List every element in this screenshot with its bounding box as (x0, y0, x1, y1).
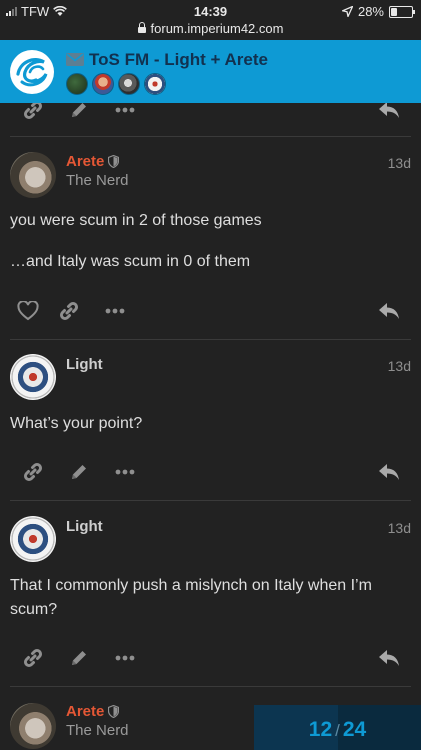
edit-button[interactable] (64, 457, 94, 487)
shield-icon (108, 155, 120, 168)
more-button[interactable] (110, 643, 140, 673)
pencil-icon (72, 651, 86, 665)
ellipsis-icon (115, 107, 135, 113)
username[interactable]: Light (66, 356, 103, 373)
edit-button[interactable] (64, 643, 94, 673)
post-divider (10, 500, 411, 501)
avatar[interactable] (10, 703, 56, 749)
reply-button[interactable] (374, 643, 404, 673)
post-body: you were scum in 2 of those games …and I… (10, 209, 409, 274)
post-divider (10, 136, 411, 137)
reply-icon (379, 650, 399, 666)
post-paragraph: What’s your point? (10, 415, 143, 432)
user-title: The Nerd (66, 172, 129, 189)
participant-avatar[interactable] (66, 73, 88, 95)
post-actions (0, 643, 421, 673)
topic-progress[interactable]: 12/24 (254, 705, 421, 750)
avatar[interactable] (10, 516, 56, 562)
post-body: That I commonly push a mislynch on Italy… (10, 574, 409, 622)
link-icon (23, 648, 43, 668)
link-button[interactable] (18, 457, 48, 487)
participant-avatar[interactable] (118, 73, 140, 95)
reply-icon (379, 464, 399, 480)
post-divider (10, 686, 411, 687)
ellipsis-icon (115, 469, 135, 475)
username-text: Arete (66, 703, 105, 720)
link-icon (23, 100, 43, 120)
participant-avatar[interactable] (92, 73, 114, 95)
post-date[interactable]: 13d (388, 520, 411, 536)
post-paragraph: …and Italy was scum in 0 of them (10, 253, 251, 270)
link-button[interactable] (54, 296, 84, 326)
battery-percent: 28% (357, 4, 384, 19)
avatar[interactable] (10, 152, 56, 198)
pencil-icon (72, 103, 86, 117)
heart-icon (17, 301, 39, 321)
ellipsis-icon (115, 655, 135, 661)
more-button[interactable] (110, 457, 140, 487)
reply-icon (379, 102, 399, 118)
status-bar: TFW 14:39 28% forum.imperium42.com (0, 0, 421, 40)
envelope-icon (66, 53, 84, 66)
reply-button[interactable] (374, 457, 404, 487)
post-date[interactable]: 13d (388, 358, 411, 374)
shield-icon (108, 705, 120, 718)
link-icon (23, 462, 43, 482)
progress-total: 24 (342, 718, 367, 741)
post-actions (0, 296, 421, 326)
battery-icon (389, 5, 415, 18)
participant-avatar[interactable] (144, 73, 166, 95)
link-button[interactable] (18, 643, 48, 673)
topic-title-text: ToS FM - Light + Arete (89, 50, 268, 69)
like-button[interactable] (13, 296, 43, 326)
topic-title[interactable]: ToS FM - Light + Arete (66, 50, 268, 70)
post-divider (10, 339, 411, 340)
ellipsis-icon (105, 308, 125, 314)
post-paragraph: That I commonly push a mislynch on Italy… (10, 577, 372, 618)
username[interactable]: Light (66, 518, 103, 535)
avatar[interactable] (10, 354, 56, 400)
post-date[interactable]: 13d (388, 155, 411, 171)
username[interactable]: Arete (66, 153, 120, 170)
pencil-icon (72, 465, 86, 479)
participant-avatars (66, 73, 166, 95)
progress-current: 12 (308, 718, 333, 741)
post-body: What’s your point? (10, 412, 409, 436)
post-paragraph: you were scum in 2 of those games (10, 212, 262, 229)
location-arrow-icon (341, 6, 353, 17)
username[interactable]: Arete (66, 703, 120, 720)
topic-header: ToS FM - Light + Arete (0, 40, 421, 103)
post-actions (0, 457, 421, 487)
site-logo[interactable] (10, 50, 54, 94)
link-icon (59, 301, 79, 321)
user-title: The Nerd (66, 722, 129, 739)
more-button[interactable] (100, 296, 130, 326)
lock-icon (137, 22, 146, 33)
url-bar[interactable]: forum.imperium42.com (0, 21, 421, 36)
progress-text: 12/24 (308, 718, 367, 741)
username-text: Arete (66, 153, 105, 170)
status-indicators: 28% (341, 4, 415, 19)
url-text: forum.imperium42.com (150, 21, 284, 36)
reply-button[interactable] (374, 296, 404, 326)
reply-icon (379, 303, 399, 319)
